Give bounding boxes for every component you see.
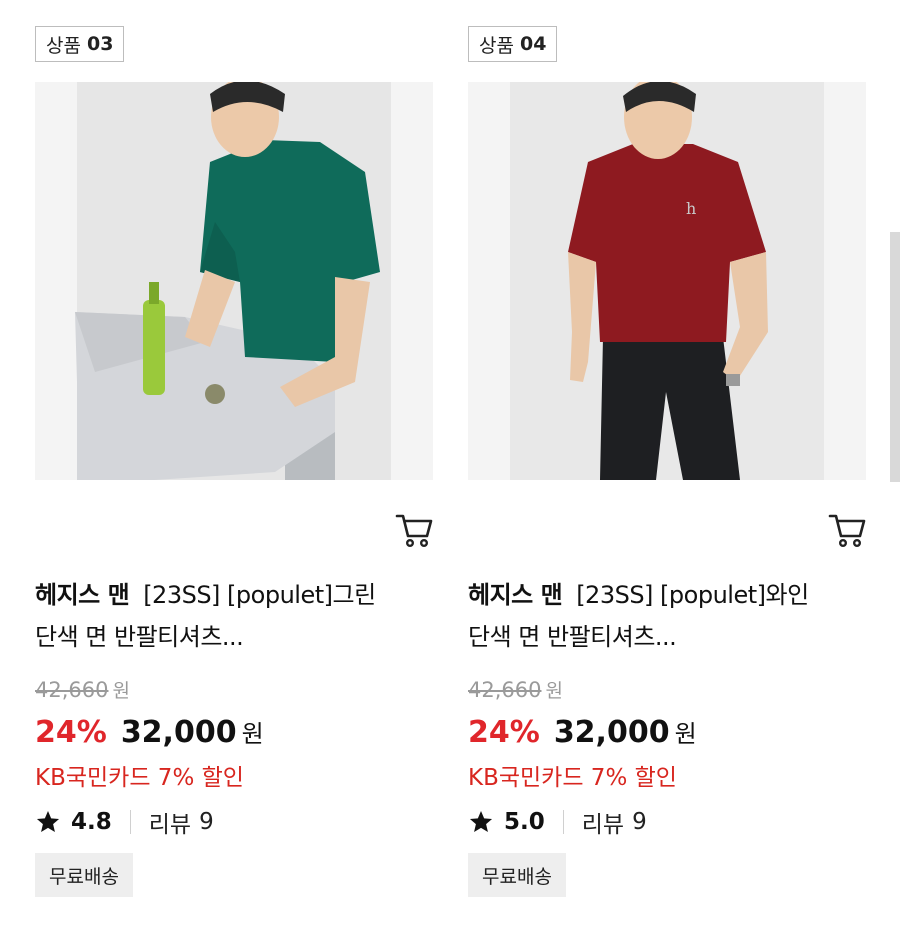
rating-score: 5.0 [504, 809, 545, 835]
sale-price-row: 24% 32,000 원 [468, 714, 697, 750]
free-shipping-badge: 무료배송 [468, 853, 566, 897]
tag-number: 04 [519, 33, 547, 55]
star-icon [469, 810, 493, 832]
cart-icon [395, 514, 433, 548]
review-label[interactable]: 리뷰 [582, 805, 624, 839]
product-title[interactable]: 헤지스 맨 [23SS] [populet]그린 단색 면 반팔티셔츠... [35, 574, 433, 658]
original-price-amount: 42,660 [35, 678, 109, 702]
star-icon [36, 810, 60, 832]
product-grid: 상품 03 헤지스 맨 [23SS] [populet]그린 단색 면 반팔티셔… [0, 0, 900, 942]
brand-name: 헤지스 맨 [468, 581, 563, 609]
sale-price-currency: 원 [674, 720, 697, 748]
sale-price: 32,000 [120, 715, 237, 750]
product-name-line1: [23SS] [populet]와인 [576, 581, 809, 609]
original-price: 42,660 원 [35, 676, 130, 703]
tag-number: 03 [86, 33, 114, 55]
product-tag: 상품 04 [468, 26, 558, 62]
review-label[interactable]: 리뷰 [149, 805, 191, 839]
product-name-line2: 단색 면 반팔티셔츠... [468, 623, 677, 651]
next-card-edge[interactable] [890, 232, 900, 482]
svg-text:h: h [686, 199, 696, 218]
product-photo-wine-tshirt: h [468, 82, 866, 480]
cart-icon [828, 514, 866, 548]
rating-row: 5.0 리뷰 9 [468, 806, 647, 838]
add-to-cart-button[interactable] [828, 512, 866, 548]
discount-rate: 24% [468, 715, 540, 750]
product-name-line2: 단색 면 반팔티셔츠... [35, 623, 244, 651]
discount-rate: 24% [35, 715, 107, 750]
product-card-04[interactable]: 상품 04 h 헤지스 맨 [23SS] [populet]와인 단색 면 반팔… [468, 0, 868, 942]
card-discount-text: KB국민카드 7% 할인 [468, 765, 677, 791]
review-count[interactable]: 9 [199, 809, 214, 835]
product-tag: 상품 03 [35, 26, 125, 62]
tag-prefix: 상품 [46, 34, 81, 57]
sale-price-currency: 원 [241, 720, 264, 748]
original-price: 42,660 원 [468, 676, 563, 703]
review-count[interactable]: 9 [632, 809, 647, 835]
add-to-cart-button[interactable] [395, 512, 433, 548]
brand-name: 헤지스 맨 [35, 581, 130, 609]
original-price-currency: 원 [545, 680, 563, 702]
rating-row: 4.8 리뷰 9 [35, 806, 214, 838]
tag-prefix: 상품 [479, 34, 514, 57]
original-price-amount: 42,660 [468, 678, 542, 702]
card-discount-text: KB국민카드 7% 할인 [35, 765, 244, 791]
divider [562, 810, 564, 834]
free-shipping-badge: 무료배송 [35, 853, 133, 897]
sale-price-row: 24% 32,000 원 [35, 714, 264, 750]
sale-price: 32,000 [553, 715, 670, 750]
product-name-line1: [23SS] [populet]그린 [143, 581, 376, 609]
rating-score: 4.8 [71, 809, 112, 835]
original-price-currency: 원 [112, 680, 130, 702]
divider [129, 810, 131, 834]
product-image[interactable] [35, 82, 433, 480]
product-title[interactable]: 헤지스 맨 [23SS] [populet]와인 단색 면 반팔티셔츠... [468, 574, 866, 658]
product-image[interactable]: h [468, 82, 866, 480]
product-photo-green-tshirt [35, 82, 433, 480]
product-card-03[interactable]: 상품 03 헤지스 맨 [23SS] [populet]그린 단색 면 반팔티셔… [35, 0, 435, 942]
